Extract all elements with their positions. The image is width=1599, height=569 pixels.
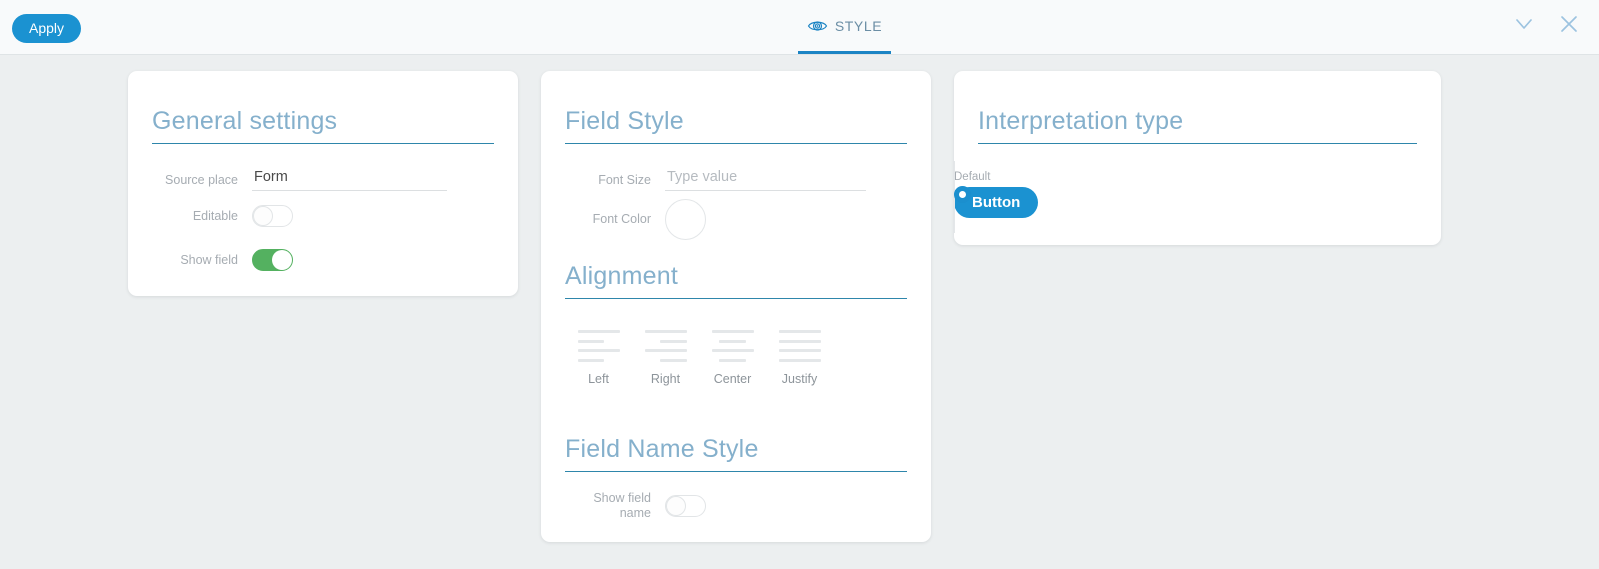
show-field-name-label-line2: name: [619, 506, 651, 520]
window-controls: [1510, 10, 1583, 43]
font-size-input[interactable]: Type value: [665, 169, 866, 191]
apply-button[interactable]: Apply: [12, 14, 82, 43]
toggle-knob: [666, 496, 686, 516]
field-style-title: Field Style: [565, 107, 907, 144]
alignment-option-label: Left: [588, 372, 609, 386]
align-center-icon: [711, 328, 754, 364]
top-toolbar: Apply STYLE: [0, 0, 1599, 55]
alignment-option-label: Center: [713, 372, 752, 386]
chevron-down-icon[interactable]: [1510, 10, 1538, 43]
general-settings-card: General settings Source place Form Edita…: [128, 71, 518, 296]
editable-label: Editable: [192, 208, 238, 223]
eye-icon: [807, 19, 828, 33]
editable-toggle[interactable]: [252, 205, 293, 227]
field-style-card: Field Style Font Size Type value Font Co…: [541, 71, 931, 542]
editable-row: Editable: [152, 205, 494, 227]
show-field-label: Show field: [180, 252, 238, 267]
interpretation-type-title: Interpretation type: [978, 107, 1417, 144]
alignment-option-justify[interactable]: Justify: [766, 328, 833, 386]
font-color-label: Font Color: [592, 212, 651, 226]
show-field-name-row: Show field name: [565, 491, 907, 521]
source-place-input[interactable]: Form: [252, 169, 447, 191]
show-field-name-label: Show field name: [565, 491, 651, 521]
align-justify-icon: [778, 328, 821, 364]
tab-style[interactable]: STYLE: [798, 0, 891, 54]
source-place-row: Source place Form: [152, 169, 494, 191]
interpretation-radio[interactable]: [954, 186, 971, 203]
source-place-label: Source place: [165, 172, 238, 187]
align-right-icon: [644, 328, 687, 364]
general-settings-title: General settings: [152, 107, 494, 144]
alignment-option-right[interactable]: Right: [632, 328, 699, 386]
interpretation-default-label: Default: [954, 171, 991, 183]
toggle-knob: [253, 206, 273, 226]
toggle-knob: [272, 250, 292, 270]
tab-style-label: STYLE: [834, 17, 883, 34]
show-field-name-label-line1: Show field: [593, 491, 651, 505]
show-field-name-toggle[interactable]: [665, 495, 706, 517]
align-left-icon: [577, 328, 620, 364]
alignment-title: Alignment: [565, 262, 907, 299]
font-color-row: Font Color: [565, 199, 907, 240]
alignment-option-center[interactable]: Center: [699, 328, 766, 386]
alignment-option-label: Justify: [781, 372, 818, 386]
field-name-style-title: Field Name Style: [565, 435, 907, 472]
alignment-option-left[interactable]: Left: [565, 328, 632, 386]
font-size-row: Font Size Type value: [565, 169, 907, 191]
show-field-row: Show field: [152, 249, 494, 271]
interpretation-type-card: Interpretation type Default Button: [954, 71, 1441, 245]
alignment-option-label: Right: [650, 372, 681, 386]
font-color-swatch[interactable]: [665, 199, 706, 240]
font-size-label: Font Size: [598, 172, 651, 187]
close-icon[interactable]: [1555, 10, 1583, 43]
alignment-options: Left Right Center Justify: [565, 328, 833, 386]
show-field-toggle[interactable]: [252, 249, 293, 271]
